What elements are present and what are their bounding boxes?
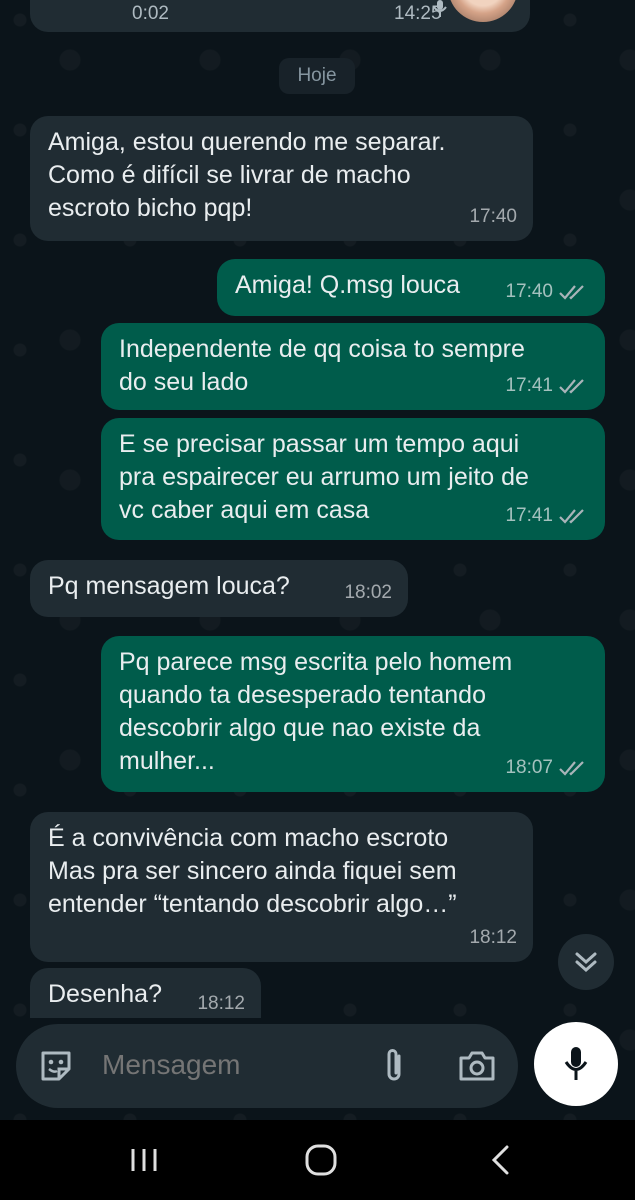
message-time: 18:12 bbox=[197, 993, 245, 1014]
message-input[interactable] bbox=[100, 1048, 364, 1082]
double-chevron-down-icon bbox=[575, 952, 597, 973]
message-incoming[interactable]: Pq mensagem louca? 18:02 bbox=[30, 560, 408, 617]
sticker-emoji-icon bbox=[41, 1051, 71, 1081]
back-button[interactable] bbox=[460, 1120, 540, 1200]
message-text: Amiga, estou querendo me separar. Como é… bbox=[48, 128, 446, 222]
message-time: 17:41 bbox=[505, 375, 553, 396]
chat-background: 0:02 14:25 Hoje Amiga, estou querendo me… bbox=[0, 0, 635, 1120]
recent-apps-icon bbox=[131, 1149, 157, 1171]
double-check-icon bbox=[559, 284, 584, 300]
attach-button[interactable] bbox=[372, 1044, 416, 1088]
message-incoming[interactable]: É a convivência com macho escroto Mas pr… bbox=[30, 812, 533, 962]
back-icon bbox=[491, 1145, 509, 1175]
message-time: 17:41 bbox=[505, 505, 553, 526]
message-composer bbox=[16, 1024, 518, 1108]
message-time: 17:40 bbox=[505, 281, 553, 302]
double-check-icon bbox=[559, 760, 584, 776]
date-chip: Hoje bbox=[279, 58, 355, 94]
message-time: 18:07 bbox=[505, 757, 553, 778]
message-outgoing[interactable]: Amiga! Q.msg louca 17:40 bbox=[217, 259, 605, 316]
camera-button[interactable] bbox=[454, 1044, 500, 1088]
message-outgoing[interactable]: E se precisar passar um tempo aqui pra e… bbox=[101, 418, 605, 540]
message-text: É a convivência com macho escroto Mas pr… bbox=[48, 824, 457, 918]
camera-icon bbox=[459, 1051, 495, 1081]
home-icon bbox=[305, 1144, 337, 1176]
message-outgoing[interactable]: Independente de qq coisa to sempre do se… bbox=[101, 323, 605, 410]
message-incoming[interactable]: Amiga, estou querendo me separar. Como é… bbox=[30, 116, 533, 241]
message-time: 18:12 bbox=[469, 927, 517, 948]
paperclip-icon bbox=[387, 1049, 401, 1081]
double-check-icon bbox=[559, 378, 584, 394]
double-check-icon bbox=[559, 508, 584, 524]
audio-duration: 0:02 bbox=[132, 3, 169, 24]
voice-record-button[interactable] bbox=[534, 1022, 618, 1106]
message-outgoing[interactable]: Pq parece msg escrita pelo homem quando … bbox=[101, 636, 605, 792]
microphone-icon bbox=[564, 1047, 588, 1080]
mic-small-icon bbox=[433, 0, 447, 17]
message-time: 17:40 bbox=[469, 206, 517, 227]
emoji-button[interactable] bbox=[34, 1044, 78, 1088]
message-time: 18:02 bbox=[344, 582, 392, 603]
home-button[interactable] bbox=[281, 1120, 361, 1200]
system-navigation-bar bbox=[0, 1120, 635, 1200]
recent-apps-button[interactable] bbox=[104, 1120, 184, 1200]
message-text: Pq mensagem louca? bbox=[48, 572, 290, 600]
scroll-to-bottom-button[interactable] bbox=[558, 934, 614, 990]
message-incoming[interactable]: Desenha? 18:12 bbox=[30, 968, 261, 1018]
